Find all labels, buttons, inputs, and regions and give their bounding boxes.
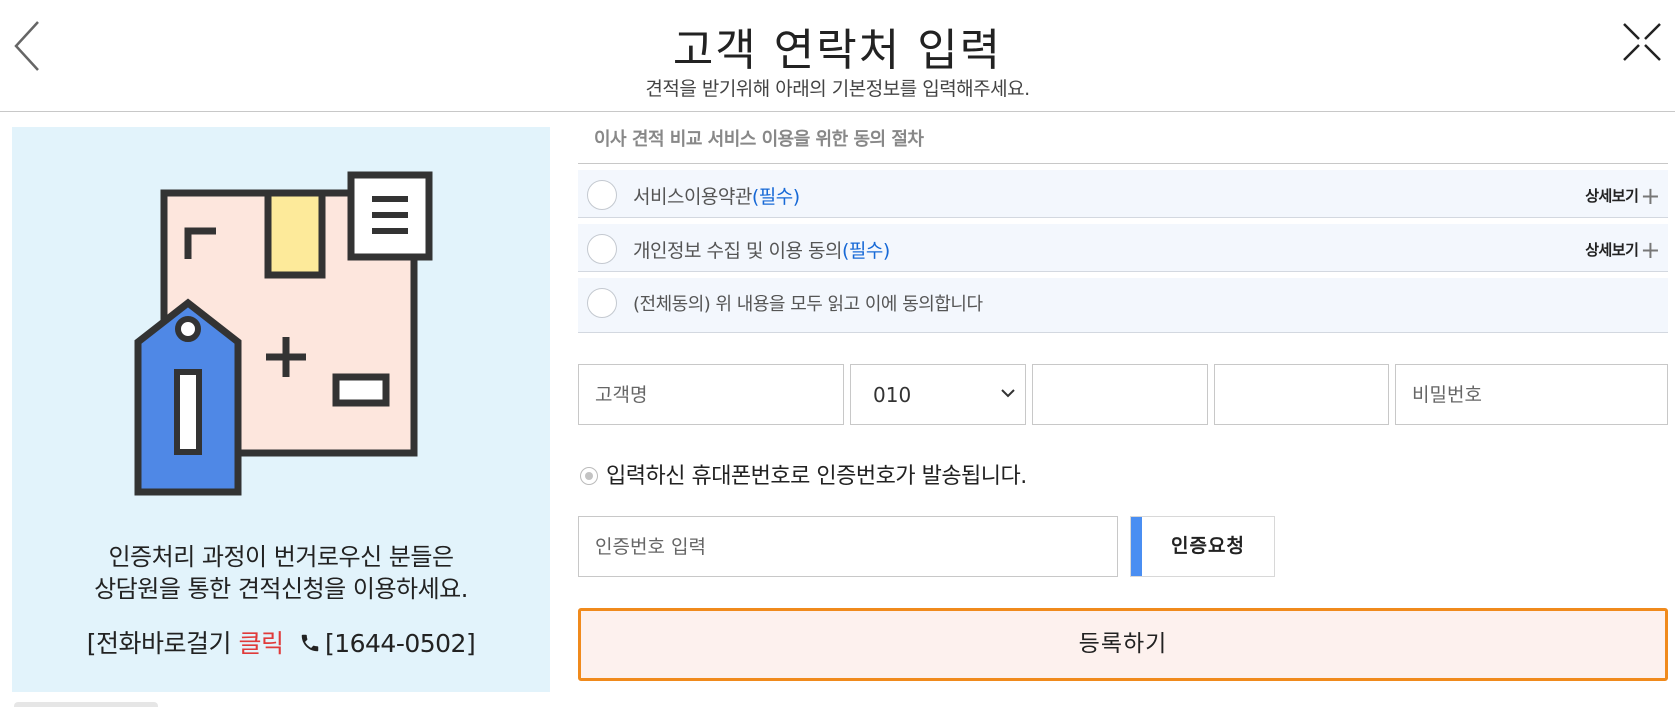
phone-prefix-select[interactable]: 010 xyxy=(850,364,1026,425)
consent-row-terms: 서비스이용약관(필수) 상세보기+ xyxy=(578,170,1668,218)
call-center-message: 인증처리 과정이 번거로우신 분들은 상담원을 통한 견적신청을 이용하세요. xyxy=(12,541,550,605)
consent-row-all: (전체동의) 위 내용을 모두 읽고 이에 동의합니다 xyxy=(578,278,1668,333)
auth-notice-text: 입력하신 휴대폰번호로 인증번호가 발송됩니다. xyxy=(606,464,1027,489)
auth-code-input[interactable] xyxy=(578,516,1118,577)
consent-privacy-detail-button[interactable]: 상세보기+ xyxy=(1585,236,1660,264)
customer-name-input[interactable] xyxy=(578,364,844,425)
phone-middle-input[interactable] xyxy=(1032,364,1208,425)
submit-button[interactable]: 등록하기 xyxy=(578,608,1668,681)
consent-terms-detail-label: 상세보기 xyxy=(1585,187,1639,205)
consent-privacy-required: (필수) xyxy=(841,240,890,262)
consent-all-radio[interactable] xyxy=(587,288,617,318)
consent-terms-required: (필수) xyxy=(751,186,800,208)
auth-request-button[interactable]: 인증요청 xyxy=(1130,516,1275,577)
phone-icon xyxy=(301,634,319,652)
consent-privacy-detail-label: 상세보기 xyxy=(1585,241,1639,259)
phone-prefix-value: 010 xyxy=(873,383,912,407)
bullet-icon xyxy=(580,467,598,485)
consent-terms-radio[interactable] xyxy=(587,180,617,210)
bottom-tab xyxy=(14,702,158,707)
password-input[interactable] xyxy=(1395,364,1668,425)
phone-last-input[interactable] xyxy=(1214,364,1389,425)
consent-row-privacy: 개인정보 수집 및 이용 동의(필수) 상세보기+ xyxy=(578,224,1668,272)
box-info-tag-icon xyxy=(134,171,433,496)
call-prefix: [전화바로걸기 xyxy=(86,629,239,658)
call-line: [전화바로걸기 클릭 [1644-0502] xyxy=(12,624,550,660)
auth-button-accent xyxy=(1131,517,1142,576)
page-subtitle: 견적을 받기위해 아래의 기본정보를 입력해주세요. xyxy=(645,78,1030,100)
call-center-message-line2: 상담원을 통한 견적신청을 이용하세요. xyxy=(94,575,468,603)
page-title: 고객 연락처 입력 xyxy=(672,25,1003,76)
auth-request-label: 인증요청 xyxy=(1171,535,1245,557)
consent-heading: 이사 견적 비교 서비스 이용을 위한 동의 절차 xyxy=(578,128,1668,164)
call-click-link[interactable]: 클릭 xyxy=(238,629,284,658)
consent-privacy-label[interactable]: 개인정보 수집 및 이용 동의(필수) xyxy=(633,236,890,263)
consent-privacy-text: 개인정보 수집 및 이용 동의 xyxy=(633,240,842,262)
call-number: [1644-0502] xyxy=(324,629,476,658)
call-center-message-line1: 인증처리 과정이 번거로우신 분들은 xyxy=(108,543,454,571)
consent-terms-detail-button[interactable]: 상세보기+ xyxy=(1585,182,1660,210)
consent-all-label[interactable]: (전체동의) 위 내용을 모두 읽고 이에 동의합니다 xyxy=(633,290,983,316)
auth-notice: 입력하신 휴대폰번호로 인증번호가 발송됩니다. xyxy=(580,458,1027,490)
chevron-down-icon xyxy=(1001,389,1015,398)
consent-terms-label[interactable]: 서비스이용약관(필수) xyxy=(633,182,800,209)
page-header: 고객 연락처 입력 견적을 받기위해 아래의 기본정보를 입력해주세요. xyxy=(0,0,1675,112)
close-button[interactable] xyxy=(1622,22,1662,62)
call-center-panel: 인증처리 과정이 번거로우신 분들은 상담원을 통한 견적신청을 이용하세요. … xyxy=(12,127,550,692)
consent-terms-text: 서비스이용약관 xyxy=(633,186,752,208)
consent-privacy-radio[interactable] xyxy=(587,234,617,264)
plus-icon: + xyxy=(1640,236,1660,264)
plus-icon: + xyxy=(1640,182,1660,210)
close-icon xyxy=(1623,23,1661,61)
